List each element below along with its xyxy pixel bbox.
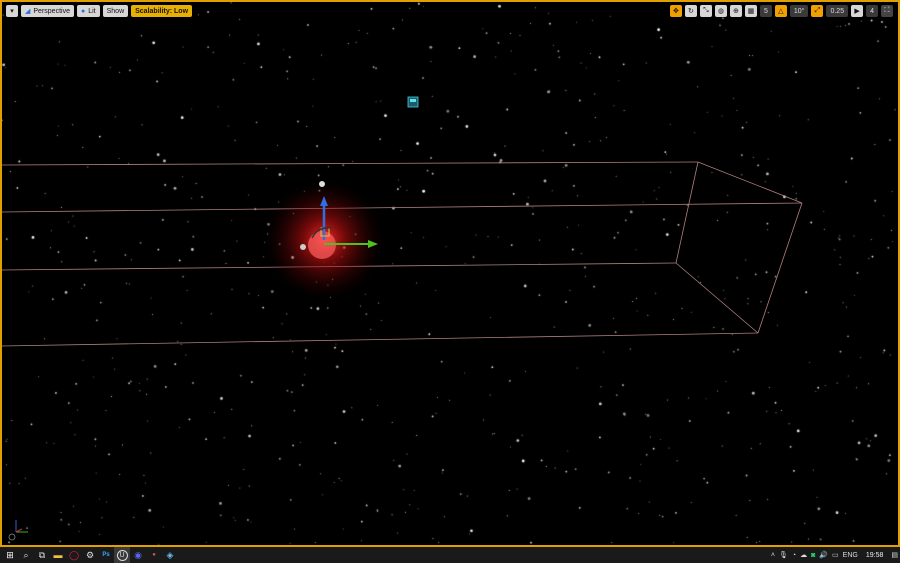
rotate-icon: ↻ [688, 8, 694, 15]
scale-snap-value[interactable]: 0.25 [826, 5, 849, 17]
unreal-engine-button[interactable]: U [114, 547, 130, 563]
windows-start-icon: ⊞ [6, 549, 14, 560]
search-icon: ⌕ [23, 549, 29, 560]
surface-snap-button[interactable]: ⊕ [729, 5, 742, 17]
photoshop-icon: Ps [102, 552, 110, 558]
viewport-options-button[interactable]: ▾ [6, 5, 18, 17]
chevron-down-icon: ▾ [10, 8, 14, 15]
viewport-toolbar-right: ✥ ↻ ⤡ ◍ ⊕ ▦ 5 △ 10° ⤢ 0.25 ▶ 4 ⛶ [669, 5, 893, 17]
trigger-volume-box[interactable] [2, 161, 803, 347]
network-icon[interactable]: ▭ [832, 551, 839, 559]
camera-speed-value[interactable]: 4 [866, 5, 878, 17]
snap-surface-icon: ⊕ [733, 8, 739, 15]
rotation-snap-value[interactable]: 10° [789, 5, 809, 17]
perspective-button[interactable]: ◢ Perspective [21, 5, 74, 17]
discord-icon: ◉ [134, 549, 142, 560]
scene-overlay [2, 96, 803, 541]
system-tray: ˄ 🎙 ◔ ☁ ◙ 🔊 ▭ ENG 19:58 ▤ [771, 551, 898, 560]
taskbar-clock[interactable]: 19:58 [862, 552, 888, 559]
start-button[interactable]: ⊞ [2, 547, 18, 563]
steam-button[interactable]: ◈ [162, 547, 178, 563]
scale-snap-button[interactable]: ⤢ [811, 5, 824, 17]
angle-icon: △ [778, 8, 784, 15]
whatsapp-icon[interactable]: ◙ [811, 552, 815, 559]
unreal-engine-icon: U [116, 549, 128, 561]
world-local-toggle[interactable]: ◍ [714, 5, 727, 17]
opera-button[interactable]: ◯ [66, 547, 82, 563]
opera-icon: ◯ [68, 549, 80, 560]
volume-icon[interactable]: 🔊 [819, 551, 828, 559]
view-mode-button[interactable]: ● Lit [76, 5, 100, 17]
scale-snap-icon: ⤢ [814, 7, 821, 14]
language-indicator[interactable]: ENG [843, 552, 858, 559]
camera-speed-button[interactable]: ▶ [851, 5, 864, 17]
point-actor-icon[interactable] [319, 181, 325, 187]
settings-button[interactable]: ⚙ [82, 547, 98, 563]
scale-icon: ⤡ [703, 7, 709, 14]
camera-icon: ▶ [854, 8, 860, 15]
discord-button[interactable]: ◉ [130, 547, 146, 563]
maximize-icon: ⛶ [884, 7, 890, 14]
scale-tool-button[interactable]: ⤡ [699, 5, 712, 17]
world-axis-indicator [8, 520, 28, 541]
cloud-icon[interactable]: ☁ [800, 551, 807, 559]
chevron-up-icon[interactable]: ˄ [771, 552, 775, 559]
translate-tool-button[interactable]: ✥ [669, 5, 682, 17]
obs-button[interactable]: ● [146, 547, 162, 563]
move-icon: ✥ [673, 8, 679, 15]
rotate-tool-button[interactable]: ↻ [684, 5, 697, 17]
scalability-warning-button[interactable]: Scalability: Low [131, 5, 193, 17]
steam-icon: ◈ [166, 549, 174, 560]
file-explorer-icon: ▬ [53, 550, 63, 560]
grid-snap-button[interactable]: ▦ [744, 5, 757, 17]
perspective-camera-icon: ◢ [25, 8, 31, 15]
obs-icon: ● [152, 552, 156, 558]
show-flags-button[interactable]: Show [102, 5, 129, 17]
microphone-icon[interactable]: 🎙 [779, 551, 788, 559]
viewport-toolbar-left: ▾ ◢ Perspective ● Lit Show Scalability: … [6, 5, 193, 17]
task-view-button[interactable]: ⧉ [34, 547, 50, 563]
grid-icon: ▦ [747, 8, 755, 15]
level-viewport[interactable]: ▾ ◢ Perspective ● Lit Show Scalability: … [0, 0, 900, 547]
settings-icon: ⚙ [85, 549, 95, 560]
search-button[interactable]: ⌕ [18, 547, 34, 563]
lit-sphere-icon: ● [80, 7, 86, 15]
windows-taskbar: ⊞ ⌕ ⧉ ▬ ◯ ⚙ Ps U ◉ ● ◈ ˄ 🎙 ◔ ☁ ◙ 🔊 ▭ ENG… [0, 547, 900, 563]
file-explorer-button[interactable]: ▬ [50, 547, 66, 563]
notification-icon[interactable]: ▤ [891, 551, 898, 559]
maximize-viewport-button[interactable]: ⛶ [881, 5, 893, 17]
clock-tray-icon[interactable]: ◔ [792, 552, 796, 559]
rotation-snap-button[interactable]: △ [774, 5, 787, 17]
globe-icon: ◍ [717, 8, 725, 15]
photoshop-button[interactable]: Ps [98, 547, 114, 563]
light-actor-icon[interactable] [300, 244, 306, 250]
task-view-icon: ⧉ [38, 549, 46, 560]
grid-snap-value[interactable]: 5 [759, 5, 772, 17]
sky-atmosphere-icon[interactable] [407, 96, 419, 108]
